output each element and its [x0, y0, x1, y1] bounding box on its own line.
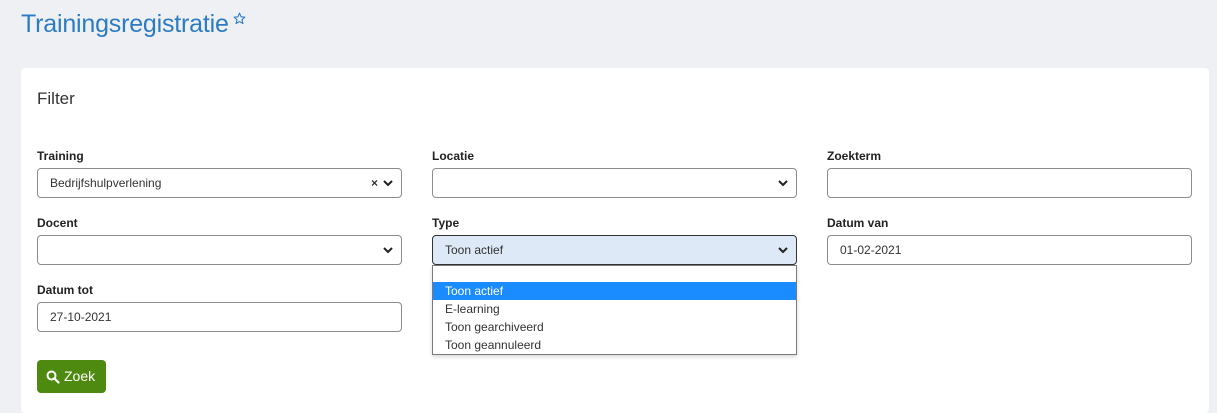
docent-select[interactable]	[37, 235, 402, 265]
zoekterm-label: Zoekterm	[827, 149, 882, 163]
datum-van-label: Datum van	[827, 216, 889, 230]
dropdown-option[interactable]: Toon actief	[433, 282, 796, 300]
locatie-select[interactable]	[432, 168, 797, 198]
filter-title: Filter	[37, 89, 75, 108]
chevron-down-icon	[383, 180, 393, 187]
type-value: Toon actief	[445, 243, 504, 257]
training-select[interactable]: Bedrijfshulpverlening ×	[37, 168, 402, 198]
type-dropdown-list: Toon actief E-learning Toon gearchiveerd…	[432, 265, 797, 355]
datum-van-value: 01-02-2021	[840, 243, 902, 257]
training-label: Training	[37, 149, 84, 163]
chevron-down-icon	[383, 247, 393, 254]
zoekterm-input[interactable]	[827, 168, 1192, 198]
chevron-down-icon	[778, 247, 788, 254]
star-outline-icon[interactable]	[233, 12, 246, 25]
type-select[interactable]: Toon actief	[432, 235, 797, 265]
type-label: Type	[432, 216, 460, 230]
training-value: Bedrijfshulpverlening	[50, 176, 162, 190]
chevron-down-icon	[778, 180, 788, 187]
search-button-label: Zoek	[64, 368, 96, 384]
locatie-label: Locatie	[432, 149, 475, 163]
dropdown-option[interactable]: Toon geannuleerd	[433, 336, 796, 354]
datum-tot-label: Datum tot	[37, 283, 93, 297]
dropdown-option[interactable]: Toon gearchiveerd	[433, 318, 796, 336]
datum-van-input[interactable]: 01-02-2021	[827, 235, 1192, 265]
clear-icon[interactable]: ×	[371, 169, 378, 197]
docent-label: Docent	[37, 216, 78, 230]
datum-tot-value: 27-10-2021	[50, 310, 112, 324]
page-title: Trainingsregistratie	[21, 10, 229, 38]
dropdown-option[interactable]: E-learning	[433, 300, 796, 318]
search-icon	[46, 370, 60, 384]
datum-tot-input[interactable]: 27-10-2021	[37, 302, 402, 332]
filter-card: Filter Training Bedrijfshulpverlening × …	[21, 68, 1209, 413]
search-button[interactable]: Zoek	[37, 360, 106, 393]
